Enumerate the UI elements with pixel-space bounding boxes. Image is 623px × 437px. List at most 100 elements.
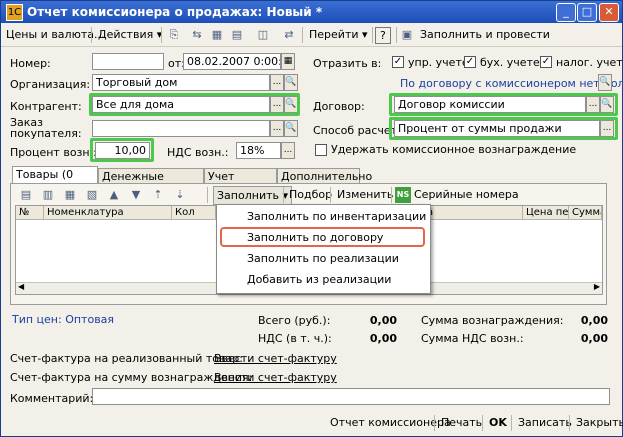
tab-costs[interactable]: Учет затрат (204, 168, 277, 198)
col-header-sum-2[interactable]: Сумма (569, 206, 602, 220)
vat-reward-select-button[interactable]: ... (281, 142, 295, 159)
move-down-icon[interactable]: ▼ (128, 187, 144, 203)
tab-money[interactable]: Денежные средства (98, 168, 204, 198)
minimize-button[interactable]: _ (556, 3, 576, 22)
col-header-qty[interactable]: Кол (172, 206, 216, 220)
copy-doc-icon[interactable]: ⎘ (166, 27, 182, 43)
maximize-button[interactable]: □ (577, 3, 597, 22)
col-header-number[interactable]: № (16, 206, 44, 220)
customer-order-open-icon[interactable]: 🔍 (284, 120, 298, 137)
structure-icon[interactable]: ⇆ (189, 27, 205, 43)
contract-field[interactable]: Договор комиссии (394, 96, 586, 113)
calc-method-field[interactable]: Процент от суммы продажи (394, 120, 600, 137)
app-icon: 1С (6, 4, 23, 21)
window-title: Отчет комиссионера о продажах: Новый * (27, 5, 323, 19)
col-header-nomenclature[interactable]: Номенклатура (44, 206, 172, 220)
add-row-icon[interactable]: ▤ (18, 187, 34, 203)
sort-asc-icon[interactable]: ⇡ (150, 187, 166, 203)
copy-row-icon[interactable]: ▥ (40, 187, 56, 203)
fill-post-icon: ▣ (401, 28, 413, 41)
menu-item-fill-sales[interactable]: Заполнить по реализации (217, 249, 428, 269)
toolbar: Цены и валюта... Действия ▾ ⎘ ⇆ ▦ ▤ ◫ ⇄ … (1, 24, 622, 47)
scroll-left-icon[interactable]: ◀ (18, 282, 24, 291)
counterparty-field[interactable]: Все для дома (92, 96, 270, 113)
total-label: Всего (руб.): (258, 314, 331, 327)
actions-label: Действия (98, 28, 154, 41)
vat-reward-field[interactable]: 18% (236, 142, 281, 159)
sold-invoice-label: Счет-фактура на реализованный товар: (10, 352, 243, 365)
customer-order-label-2: покупателя: (10, 127, 82, 140)
reflect-label: Отразить в: (313, 57, 382, 70)
select-button[interactable]: Подбор (286, 186, 335, 203)
contract-debt-link[interactable]: По договору с комиссионером нет долга (400, 77, 623, 90)
vat-reward-label: НДС возн.: (167, 146, 229, 159)
withhold-checkbox[interactable] (315, 144, 327, 156)
fill-and-post-button[interactable]: Заполнить и провести (417, 26, 553, 43)
move-up-icon[interactable]: ▲ (106, 187, 122, 203)
close-button[interactable]: ✕ (599, 3, 619, 22)
buh-label: бух. учете (480, 56, 540, 69)
contract-open-icon[interactable]: 🔍 (600, 96, 614, 113)
menu-item-highlight (220, 227, 425, 247)
menu-item-fill-inventory[interactable]: Заполнить по инвентаризации (217, 207, 428, 227)
serial-numbers-button[interactable]: Серийные номера (411, 186, 522, 203)
counterparty-select-button[interactable]: ... (270, 96, 284, 113)
buh-checkbox[interactable]: ✓ (464, 56, 476, 68)
percent-label: Процент возн.: (10, 146, 97, 159)
change-button[interactable]: Изменить (334, 186, 396, 203)
customer-order-field[interactable] (92, 120, 270, 137)
serial-numbers-icon: NS (395, 187, 411, 203)
nal-label: налог. учете (556, 56, 623, 69)
actions-menu-button[interactable]: Действия ▾ (95, 26, 165, 43)
percent-field[interactable]: 10,00 (95, 142, 150, 159)
based-on-icon[interactable]: ⇄ (281, 27, 297, 43)
post-doc-icon[interactable]: ▦ (209, 27, 225, 43)
number-field[interactable] (92, 53, 164, 70)
nal-checkbox[interactable]: ✓ (540, 56, 552, 68)
calc-method-select-button[interactable]: ... (600, 120, 614, 137)
contract-label: Договор: (313, 100, 365, 113)
sold-invoice-link[interactable]: Ввести счет-фактуру (214, 352, 337, 365)
org-select-button[interactable]: ... (270, 74, 284, 91)
title-bar: 1С Отчет комиссионера о продажах: Новый … (1, 1, 622, 23)
counterparty-open-icon[interactable]: 🔍 (284, 96, 298, 113)
comment-field[interactable] (92, 388, 610, 405)
movements-icon[interactable]: ◫ (255, 27, 271, 43)
col-header-transfer-price[interactable]: Цена передачи (523, 206, 569, 220)
reward-vat-value: 0,00 (580, 332, 608, 345)
reward-value: 0,00 (580, 314, 608, 327)
vat-total-value: 0,00 (369, 332, 397, 345)
print-button[interactable]: Печать (437, 414, 486, 432)
org-open-icon[interactable]: 🔍 (284, 74, 298, 91)
commissioner-report-button[interactable]: Отчет комиссионера (326, 414, 455, 432)
tab-additional[interactable]: Дополнительно (277, 168, 372, 183)
price-type-link[interactable]: Тип цен: Оптовая (12, 313, 114, 326)
customer-order-select-button[interactable]: ... (270, 120, 284, 137)
reward-invoice-link[interactable]: Ввести счет-фактуру (214, 371, 337, 384)
save-button[interactable]: Записать (514, 414, 576, 432)
goto-menu-button[interactable]: Перейти ▾ (306, 26, 371, 43)
contract-debt-open-icon[interactable]: 🔍 (598, 74, 612, 91)
fill-label: Заполнить (217, 189, 279, 202)
scroll-right-icon[interactable]: ▶ (594, 282, 600, 291)
ok-button[interactable]: OK (485, 414, 511, 432)
delete-row-icon[interactable]: ▧ (84, 187, 100, 203)
organization-label: Организация: (10, 78, 91, 91)
edit-row-icon[interactable]: ▦ (62, 187, 78, 203)
help-button[interactable]: ? (375, 27, 391, 44)
goto-label: Перейти (309, 28, 359, 41)
sort-desc-icon[interactable]: ⇣ (172, 187, 188, 203)
calendar-icon[interactable]: ▦ (281, 53, 295, 70)
menu-item-add-from-sales[interactable]: Добавить из реализации (217, 270, 428, 290)
fill-menu-button[interactable]: Заполнить ▾ (213, 186, 293, 205)
close-window-button[interactable]: Закрыть (572, 414, 623, 432)
unpost-doc-icon[interactable]: ▤ (229, 27, 245, 43)
organization-field[interactable]: Торговый дом (92, 74, 270, 91)
withhold-label: Удержать комиссионное вознаграждение (331, 143, 577, 156)
fill-dropdown-menu: Заполнить по инвентаризации Заполнить по… (216, 204, 431, 294)
tab-goods[interactable]: Товары (0 поз.) (12, 166, 98, 196)
counterparty-label: Контрагент: (10, 100, 82, 113)
upr-checkbox[interactable]: ✓ (392, 56, 404, 68)
contract-select-button[interactable]: ... (586, 96, 600, 113)
date-field[interactable]: 08.02.2007 0:00:00 (183, 53, 281, 70)
